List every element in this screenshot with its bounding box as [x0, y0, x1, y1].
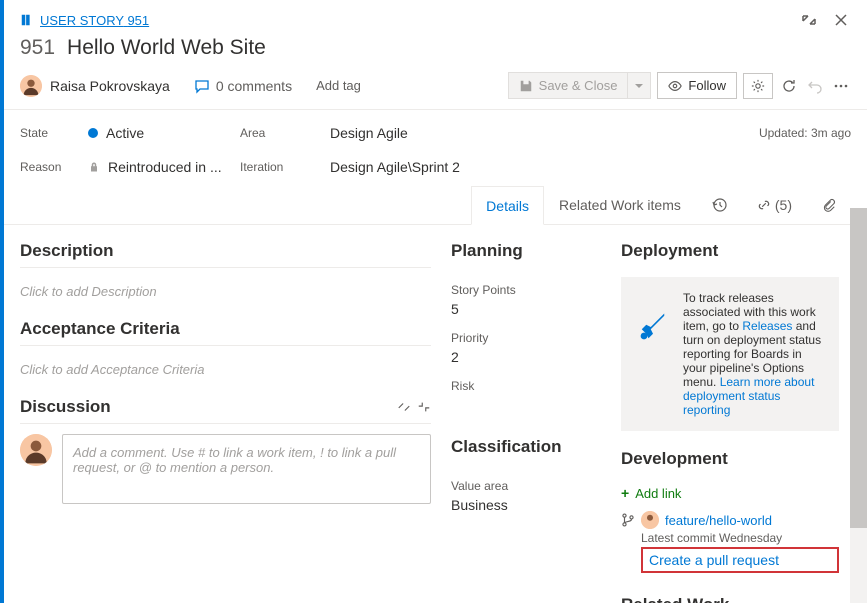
fullscreen-icon[interactable] — [799, 10, 819, 30]
tab-links[interactable]: (5) — [742, 186, 807, 224]
breadcrumb-link[interactable]: USER STORY 951 — [40, 13, 149, 28]
branch-icon — [621, 513, 635, 527]
history-icon — [711, 197, 727, 213]
state-value[interactable]: Active — [106, 125, 144, 141]
follow-button[interactable]: Follow — [657, 72, 737, 99]
scrollbar[interactable] — [850, 208, 867, 603]
expand-icon[interactable] — [397, 400, 411, 414]
attachment-icon — [822, 198, 836, 212]
settings-button[interactable] — [743, 73, 773, 99]
collapse-icon[interactable] — [417, 400, 431, 414]
description-header: Description — [20, 241, 431, 268]
assignee-name: Raisa Pokrovskaya — [50, 78, 170, 94]
deployment-header: Deployment — [621, 241, 839, 267]
comment-icon — [194, 78, 210, 94]
storypoints-label: Story Points — [451, 283, 601, 297]
save-close-button[interactable]: Save & Close — [508, 72, 652, 99]
avatar — [20, 434, 52, 466]
assignee-field[interactable]: Raisa Pokrovskaya — [20, 75, 170, 97]
refresh-icon — [781, 78, 797, 94]
link-icon — [757, 198, 771, 212]
work-item-title[interactable]: Hello World Web Site — [67, 36, 266, 60]
planning-header: Planning — [451, 241, 601, 267]
gear-icon — [751, 79, 765, 93]
state-dot-icon — [88, 128, 98, 138]
classification-header: Classification — [451, 437, 601, 463]
lock-icon — [88, 161, 100, 173]
iteration-label: Iteration — [240, 160, 295, 174]
create-pr-link[interactable]: Create a pull request — [649, 552, 779, 568]
tab-details[interactable]: Details — [471, 186, 544, 225]
valuearea-value[interactable]: Business — [451, 497, 601, 513]
add-tag-button[interactable]: Add tag — [316, 78, 361, 93]
eye-icon — [668, 79, 682, 93]
avatar — [20, 75, 42, 97]
avatar — [641, 511, 659, 529]
pipeline-icon — [635, 309, 671, 345]
acceptance-field[interactable]: Click to add Acceptance Criteria — [20, 356, 431, 397]
updated-timestamp: Updated: 3m ago — [416, 126, 851, 140]
undo-icon — [807, 78, 823, 94]
area-label: Area — [240, 126, 295, 140]
acceptance-header: Acceptance Criteria — [20, 319, 431, 346]
book-icon — [20, 13, 34, 27]
priority-label: Priority — [451, 331, 601, 345]
undo-button[interactable] — [805, 76, 825, 96]
more-actions-button[interactable] — [831, 76, 851, 96]
iteration-value[interactable]: Design Agile\Sprint 2 — [330, 159, 460, 175]
priority-value[interactable]: 2 — [451, 349, 601, 365]
reason-label: Reason — [20, 160, 70, 174]
save-icon — [519, 79, 533, 93]
tab-related[interactable]: Related Work items — [544, 186, 696, 224]
development-header: Development — [621, 449, 839, 475]
state-label: State — [20, 126, 70, 140]
branch-link[interactable]: feature/hello-world — [665, 513, 772, 528]
chevron-down-icon[interactable] — [627, 72, 651, 99]
ellipsis-icon — [833, 78, 849, 94]
add-link-button[interactable]: +Add link — [621, 485, 839, 501]
close-icon[interactable] — [831, 10, 851, 30]
description-field[interactable]: Click to add Description — [20, 278, 431, 319]
valuearea-label: Value area — [451, 479, 601, 493]
comments-count[interactable]: 0 comments — [194, 78, 292, 94]
tab-history[interactable] — [696, 186, 742, 224]
area-value[interactable]: Design Agile — [330, 125, 408, 141]
commit-meta: Latest commit Wednesday — [641, 531, 839, 545]
breadcrumb[interactable]: USER STORY 951 — [20, 13, 149, 28]
related-work-header: Related Work — [621, 595, 839, 603]
storypoints-value[interactable]: 5 — [451, 301, 601, 317]
refresh-button[interactable] — [779, 76, 799, 96]
work-item-id: 951 — [20, 36, 55, 60]
reason-value[interactable]: Reintroduced in ... — [108, 159, 222, 175]
plus-icon: + — [621, 485, 629, 501]
discussion-header: Discussion — [20, 397, 431, 424]
comment-input[interactable]: Add a comment. Use # to link a work item… — [62, 434, 431, 504]
releases-link[interactable]: Releases — [742, 319, 792, 333]
deployment-info: To track releases associated with this w… — [621, 277, 839, 431]
tab-attachments[interactable] — [807, 186, 851, 224]
risk-label: Risk — [451, 379, 601, 393]
risk-value[interactable] — [451, 397, 601, 413]
